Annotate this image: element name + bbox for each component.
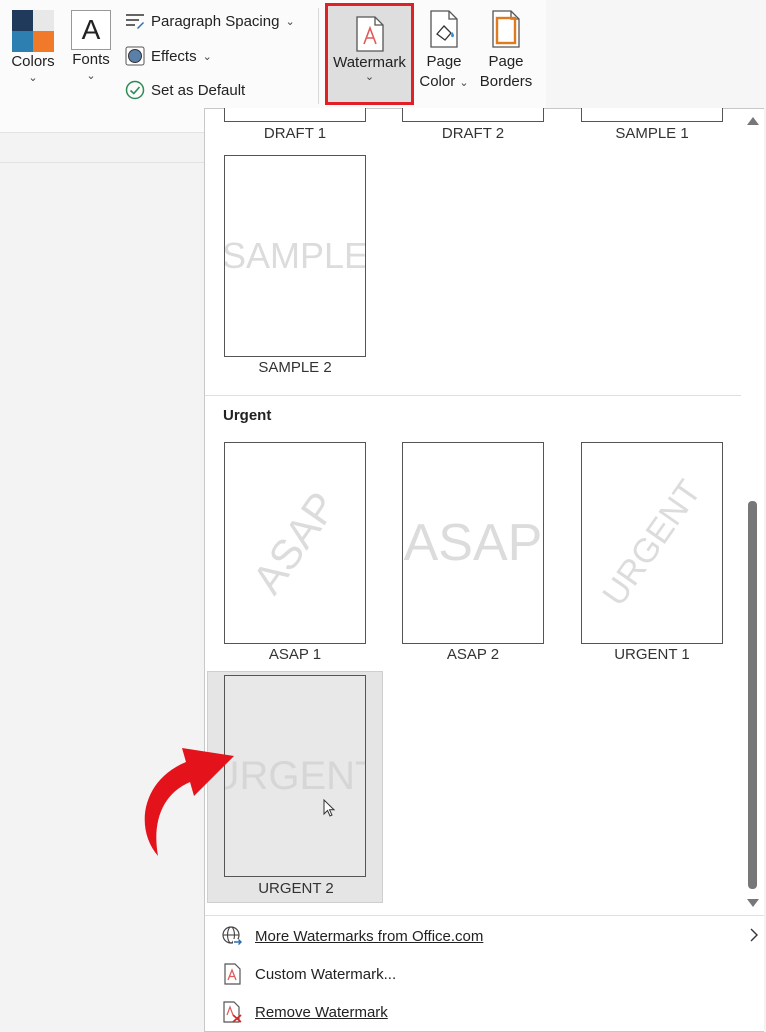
paragraph-spacing-label: Paragraph Spacing (151, 12, 280, 30)
chevron-down-icon: ⌄ (285, 15, 295, 28)
gallery-caption: ASAP 1 (268, 646, 322, 663)
watermark-preview-text: URGENT (594, 473, 709, 613)
effects-label: Effects (151, 47, 197, 65)
mouse-cursor-icon (323, 799, 336, 817)
fonts-icon: A (71, 10, 111, 50)
globe-icon (222, 926, 242, 945)
page-color-label-2: Color ⌄ (419, 73, 469, 90)
page-color-button[interactable]: Page Color ⌄ (418, 10, 470, 93)
chevron-down-icon: ⌄ (86, 70, 96, 82)
chevron-down-icon: ⌄ (28, 72, 38, 84)
gallery-caption: ASAP 2 (446, 646, 500, 663)
page-borders-icon (492, 10, 520, 48)
page-borders-button[interactable]: Page Borders (476, 10, 536, 92)
page-borders-label-2: Borders (479, 73, 533, 90)
color-palette-icon (12, 10, 54, 52)
page-borders-label-1: Page (488, 53, 524, 70)
set-as-default-button[interactable]: Set as Default (125, 80, 245, 100)
effects-icon (125, 46, 145, 66)
scroll-up-arrow-icon[interactable] (747, 117, 759, 125)
watermark-preview-text: SAMPLE (224, 235, 366, 276)
gallery-scrollbar[interactable] (742, 109, 764, 915)
watermark-thumbnail: ASAP (402, 442, 544, 644)
fonts-button[interactable]: A Fonts ⌄ (66, 10, 116, 82)
ribbon-separator (318, 8, 319, 104)
gallery-caption: SAMPLE 1 (615, 125, 689, 142)
watermark-preview-text: ASAP (243, 483, 346, 603)
menu-divider (205, 915, 764, 916)
red-annotation-arrow-icon (144, 748, 234, 856)
gallery-caption: DRAFT 2 (441, 125, 505, 142)
paragraph-spacing-button[interactable]: Paragraph Spacing ⌄ (125, 12, 295, 30)
ribbon-background (546, 0, 766, 108)
checkmark-circle-icon (125, 80, 145, 100)
watermark-thumbnail: SAMPLE (224, 155, 366, 357)
remove-watermark-label: Remove Watermark (255, 1003, 388, 1021)
chevron-down-icon: ⌄ (364, 71, 375, 83)
gallery-caption: URGENT 1 (614, 646, 690, 663)
more-watermarks-label: More Watermarks from Office.com (255, 927, 484, 945)
colors-button[interactable]: Colors ⌄ (8, 10, 58, 84)
paragraph-spacing-icon (126, 14, 144, 29)
watermark-icon (355, 16, 384, 52)
watermark-thumbnail: ASAP (224, 442, 366, 644)
document-area-divider (0, 162, 204, 163)
section-heading-urgent: Urgent (223, 407, 272, 424)
gallery-caption: URGENT 2 (258, 880, 334, 897)
page-color-icon (430, 10, 458, 48)
colors-label: Colors (11, 53, 55, 70)
scrollbar-thumb[interactable] (748, 501, 757, 889)
watermark-button[interactable]: Watermark ⌄ (325, 3, 414, 105)
watermark-thumbnail (581, 108, 723, 122)
effects-button[interactable]: Effects ⌄ (125, 46, 212, 66)
watermark-thumbnail (402, 108, 544, 122)
scroll-down-arrow-icon[interactable] (747, 899, 759, 907)
section-divider (205, 395, 741, 396)
gallery-caption: DRAFT 1 (263, 125, 327, 142)
watermark-thumbnail (224, 108, 366, 122)
watermark-label: Watermark (333, 54, 406, 71)
chevron-down-icon: ⌄ (202, 50, 212, 63)
watermark-thumbnail: URGENT (581, 442, 723, 644)
custom-watermark-label: Custom Watermark... (255, 965, 397, 983)
remove-watermark-item[interactable]: Remove Watermark (221, 1001, 388, 1023)
chevron-right-icon (750, 928, 758, 942)
gallery-caption: SAMPLE 2 (258, 359, 332, 376)
custom-watermark-item[interactable]: Custom Watermark... (221, 963, 396, 985)
chevron-down-icon: ⌄ (459, 77, 469, 89)
remove-watermark-icon (223, 1001, 242, 1023)
more-watermarks-item[interactable]: More Watermarks from Office.com (221, 925, 758, 947)
set-as-default-label: Set as Default (151, 81, 246, 99)
watermark-preview-text: ASAP (403, 514, 543, 572)
fonts-label: Fonts (72, 51, 110, 68)
page-color-label-1: Page (426, 53, 462, 70)
watermark-gallery: DRAFT 1 DRAFT 2 SAMPLE 1 SAMPLE SAMPLE 2… (204, 108, 764, 1032)
custom-watermark-icon (224, 963, 241, 985)
